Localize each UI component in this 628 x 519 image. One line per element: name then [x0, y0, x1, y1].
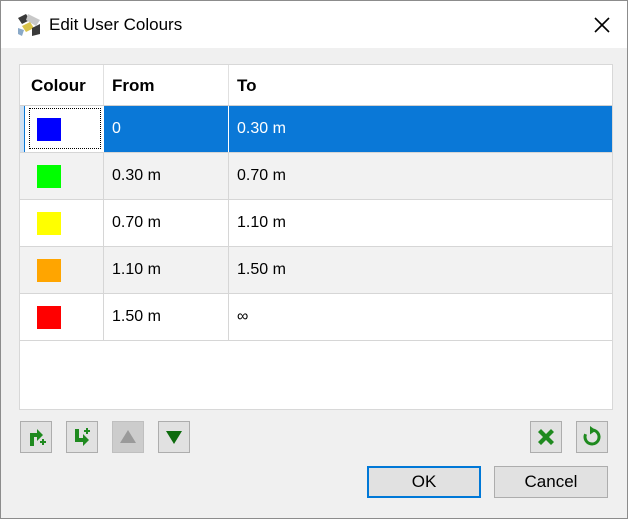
- table-header: Colour From To: [20, 65, 612, 106]
- window-title: Edit User Colours: [49, 15, 183, 34]
- colour-cell[interactable]: [25, 153, 104, 199]
- ok-button[interactable]: OK: [367, 466, 481, 498]
- app-icon: [16, 12, 42, 38]
- from-cell[interactable]: 1.10 m: [104, 247, 229, 293]
- colour-swatch[interactable]: [37, 165, 61, 188]
- colour-swatch[interactable]: [37, 259, 61, 282]
- reset-icon: [583, 426, 601, 446]
- colour-cell[interactable]: [25, 200, 104, 246]
- colour-table: Colour From To 0 0.30 m 0.30 m 0.70 m 0.70 m…: [19, 64, 613, 410]
- focus-outline: [29, 108, 101, 149]
- colour-swatch[interactable]: [37, 306, 61, 329]
- edit-user-colours-dialog: Edit User Colours Colour From To 0 0.30 m…: [0, 0, 628, 519]
- delete-button[interactable]: [530, 421, 562, 453]
- from-cell[interactable]: 1.50 m: [104, 294, 229, 340]
- cancel-button[interactable]: Cancel: [494, 466, 608, 498]
- from-cell[interactable]: 0: [104, 106, 229, 152]
- move-down-button[interactable]: [158, 421, 190, 453]
- table-row[interactable]: 1.10 m 1.50 m: [20, 247, 612, 294]
- from-cell[interactable]: 0.70 m: [104, 200, 229, 246]
- title-bar: Edit User Colours: [1, 1, 627, 48]
- from-cell[interactable]: 0.30 m: [104, 153, 229, 199]
- table-row[interactable]: 0.70 m 1.10 m: [20, 200, 612, 247]
- move-up-button[interactable]: [112, 421, 144, 453]
- to-cell[interactable]: 0.30 m: [229, 106, 612, 152]
- reset-button[interactable]: [576, 421, 608, 453]
- to-cell[interactable]: 1.10 m: [229, 200, 612, 246]
- table-row[interactable]: 0.30 m 0.70 m: [20, 153, 612, 200]
- close-button[interactable]: [579, 3, 625, 47]
- move-down-icon: [166, 431, 182, 444]
- colour-cell[interactable]: [25, 106, 104, 152]
- table-row[interactable]: 1.50 m ∞: [20, 294, 612, 341]
- table-row[interactable]: 0 0.30 m: [20, 106, 612, 153]
- colour-cell[interactable]: [25, 294, 104, 340]
- column-header-from[interactable]: From: [104, 65, 229, 105]
- to-cell[interactable]: ∞: [229, 294, 612, 340]
- column-header-colour[interactable]: Colour: [25, 65, 104, 105]
- insert-row-after-icon: [30, 429, 46, 446]
- delete-icon: [538, 429, 554, 445]
- to-cell[interactable]: 0.70 m: [229, 153, 612, 199]
- insert-row-before-button[interactable]: [66, 421, 98, 453]
- insert-row-before-icon: [75, 428, 90, 446]
- column-header-to[interactable]: To: [229, 65, 612, 105]
- colour-swatch[interactable]: [37, 212, 61, 235]
- close-icon: [594, 17, 610, 33]
- colour-cell[interactable]: [25, 247, 104, 293]
- row-indicator: [20, 106, 24, 152]
- insert-row-after-button[interactable]: [20, 421, 52, 453]
- move-up-icon: [120, 430, 136, 443]
- to-cell[interactable]: 1.50 m: [229, 247, 612, 293]
